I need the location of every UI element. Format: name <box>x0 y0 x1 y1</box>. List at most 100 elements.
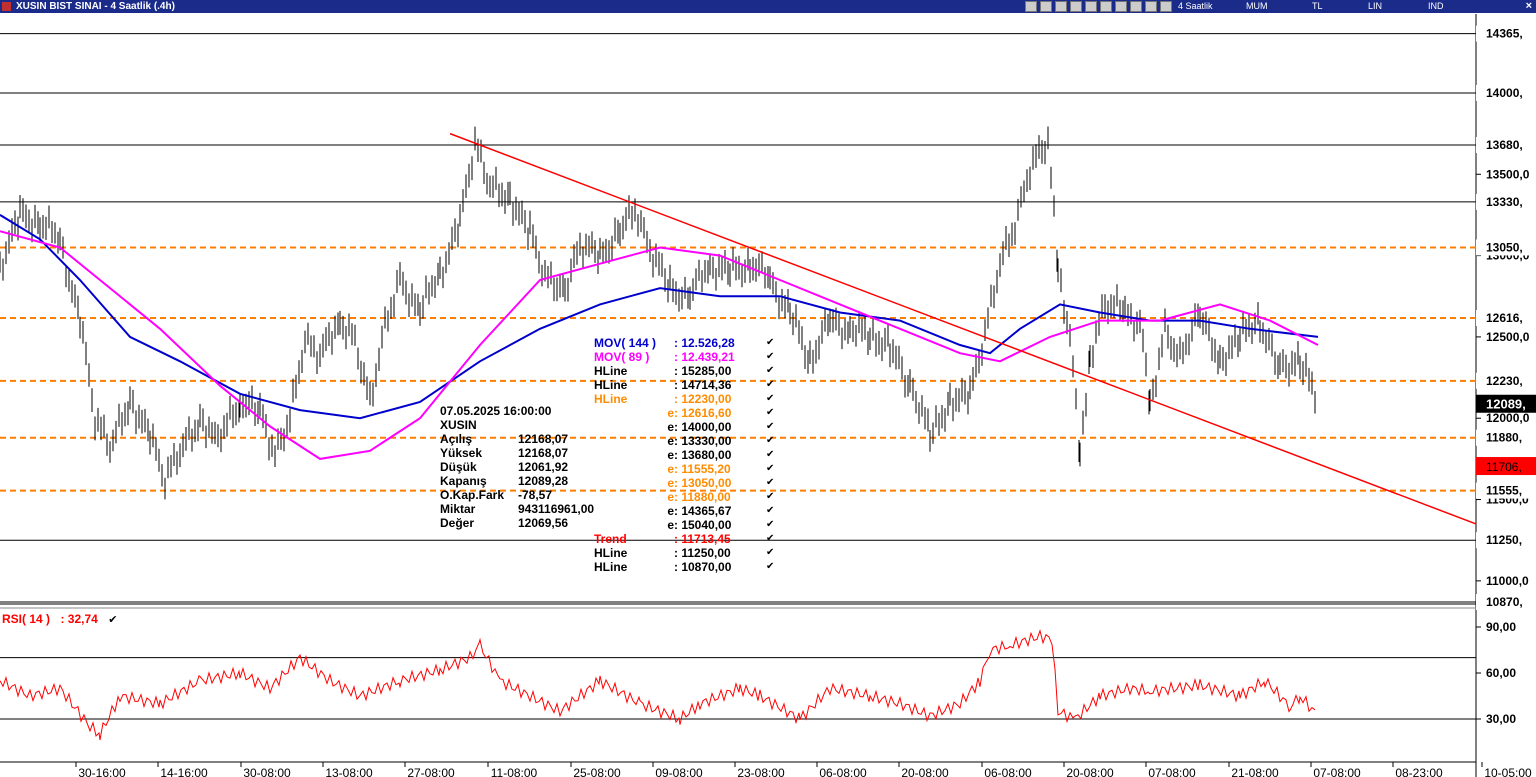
info-row: Değer 12069,56 <box>440 516 594 530</box>
trend-price-label: 11706, <box>1486 460 1522 474</box>
price-tick-label: 11000,0 <box>1486 574 1529 588</box>
legend-value: : 12616,60 <box>674 406 732 420</box>
time-tick-label: 25-08:00 <box>573 766 621 777</box>
legend-value: : 11713,45 <box>674 532 731 546</box>
legend-value: : 13050,00 <box>674 476 732 490</box>
time-tick-label: 30-16:00 <box>78 766 126 777</box>
legend-value: : 12.526,28 <box>674 336 735 350</box>
info-row: Miktar 943116961,00 <box>440 502 594 516</box>
hline-label: 10870, <box>1486 595 1523 609</box>
info-row: Açılış 12168,07 <box>440 432 594 446</box>
check-icon[interactable]: ✔ <box>766 364 774 378</box>
legend-value: : 15285,00 <box>674 364 732 378</box>
legend-name: HLine <box>594 378 628 392</box>
legend-name: HLine <box>594 546 628 560</box>
check-icon[interactable]: ✔ <box>108 614 117 626</box>
time-tick-label: 20-08:00 <box>901 766 949 777</box>
hline-label: 12616, <box>1486 311 1523 325</box>
time-tick-label: 08-23:00 <box>1395 766 1443 777</box>
legend-row: HLine : 14714,36 ✔ <box>594 378 774 392</box>
legend-row: MOV( 89 ) : 12.439,21 ✔ <box>594 350 774 364</box>
legend-row: e: 13050,00 ✔ <box>594 476 774 490</box>
legend-value: : 12.439,21 <box>674 350 735 364</box>
check-icon[interactable]: ✔ <box>766 420 774 434</box>
legend-row: e: 13330,00 ✔ <box>594 434 774 448</box>
legend-name: HLine <box>594 560 628 574</box>
legend-row: e: 11880,00 ✔ <box>594 490 774 504</box>
info-key: Kapanış <box>440 474 487 488</box>
time-tick-label: 23-08:00 <box>737 766 785 777</box>
check-icon[interactable]: ✔ <box>766 434 774 448</box>
legend-value: : 12230,00 <box>674 392 732 406</box>
hline-label: 11880, <box>1486 431 1522 445</box>
time-tick-label: 14-16:00 <box>160 766 208 777</box>
info-value: 12168,07 <box>518 446 569 460</box>
info-value: 12089,28 <box>518 474 569 488</box>
info-date: 07.05.2025 16:00:00 <box>440 404 552 418</box>
legend-name: HLine <box>594 392 628 406</box>
check-icon[interactable]: ✔ <box>766 560 774 574</box>
legend-name: e <box>667 504 674 518</box>
legend-value: : 10870,00 <box>674 560 732 574</box>
legend-name: e <box>667 518 674 532</box>
rsi-tick-label: 30,00 <box>1486 712 1516 726</box>
hline-label: 11250, <box>1486 533 1522 547</box>
check-icon[interactable]: ✔ <box>766 350 774 364</box>
legend-name: HLine <box>594 364 628 378</box>
indicator-legend: MOV( 144 ) : 12.526,28 ✔ MOV( 89 ) : 12.439,… <box>594 336 774 574</box>
legend-name: e <box>667 448 674 462</box>
info-row: Yüksek 12168,07 <box>440 446 594 460</box>
time-tick-label: 20-08:00 <box>1066 766 1114 777</box>
info-key: Düşük <box>440 460 477 474</box>
hline-label: 13680, <box>1486 138 1523 152</box>
legend-name: MOV( 89 ) <box>594 350 650 364</box>
time-tick-label: 06-08:00 <box>984 766 1032 777</box>
legend-name: Trend <box>594 532 627 546</box>
hline-label: 12230, <box>1486 374 1523 388</box>
legend-value: : 14714,36 <box>674 378 732 392</box>
check-icon[interactable]: ✔ <box>766 336 774 350</box>
info-row: O.Kap.Fark -78,57 <box>440 488 594 502</box>
rsi-tick-label: 90,00 <box>1486 620 1516 634</box>
time-tick-label: 21-08:00 <box>1231 766 1279 777</box>
legend-name: e <box>667 420 674 434</box>
legend-row: e: 14000,00 ✔ <box>594 420 774 434</box>
check-icon[interactable]: ✔ <box>766 518 774 532</box>
info-key: Yüksek <box>440 446 483 460</box>
check-icon[interactable]: ✔ <box>766 504 774 518</box>
check-icon[interactable]: ✔ <box>766 546 774 560</box>
check-icon[interactable]: ✔ <box>766 532 774 546</box>
check-icon[interactable]: ✔ <box>766 490 774 504</box>
rsi-tick-label: 60,00 <box>1486 666 1516 680</box>
info-row: Düşük 12061,92 <box>440 460 594 474</box>
rsi-panel <box>0 628 1316 741</box>
check-icon[interactable]: ✔ <box>766 392 774 406</box>
time-tick-label: 30-08:00 <box>243 766 291 777</box>
price-tick-label: 12000,0 <box>1486 411 1530 425</box>
legend-row: HLine: 11250,00 ✔ <box>594 546 774 560</box>
check-icon[interactable]: ✔ <box>766 476 774 490</box>
time-tick-label: 07-08:00 <box>1313 766 1361 777</box>
info-value: 12069,56 <box>518 516 569 530</box>
check-icon[interactable]: ✔ <box>766 406 774 420</box>
info-value: 12061,92 <box>518 460 569 474</box>
info-key: O.Kap.Fark <box>440 488 505 502</box>
info-key: Miktar <box>440 502 476 516</box>
legend-row: Trend : 11713,45 ✔ <box>594 532 774 546</box>
time-tick-label: 10-05:00 <box>1484 766 1532 777</box>
info-row: Kapanış 12089,28 <box>440 474 594 488</box>
hline-label: 14000, <box>1486 86 1523 100</box>
check-icon[interactable]: ✔ <box>766 462 774 476</box>
legend-row: e: 15040,00 ✔ <box>594 518 774 532</box>
legend-name: e <box>667 406 674 420</box>
check-icon[interactable]: ✔ <box>766 378 774 392</box>
legend-name: e <box>667 476 674 490</box>
rsi-value: : 32,74 <box>60 612 98 626</box>
legend-name: MOV( 144 ) <box>594 336 657 350</box>
info-value: -78,57 <box>518 488 553 502</box>
legend-value: : 13330,00 <box>674 434 732 448</box>
check-icon[interactable]: ✔ <box>766 448 774 462</box>
legend-value: : 15040,00 <box>674 518 732 532</box>
info-symbol: XUSIN <box>440 418 477 432</box>
legend-value: : 13680,00 <box>674 448 732 462</box>
